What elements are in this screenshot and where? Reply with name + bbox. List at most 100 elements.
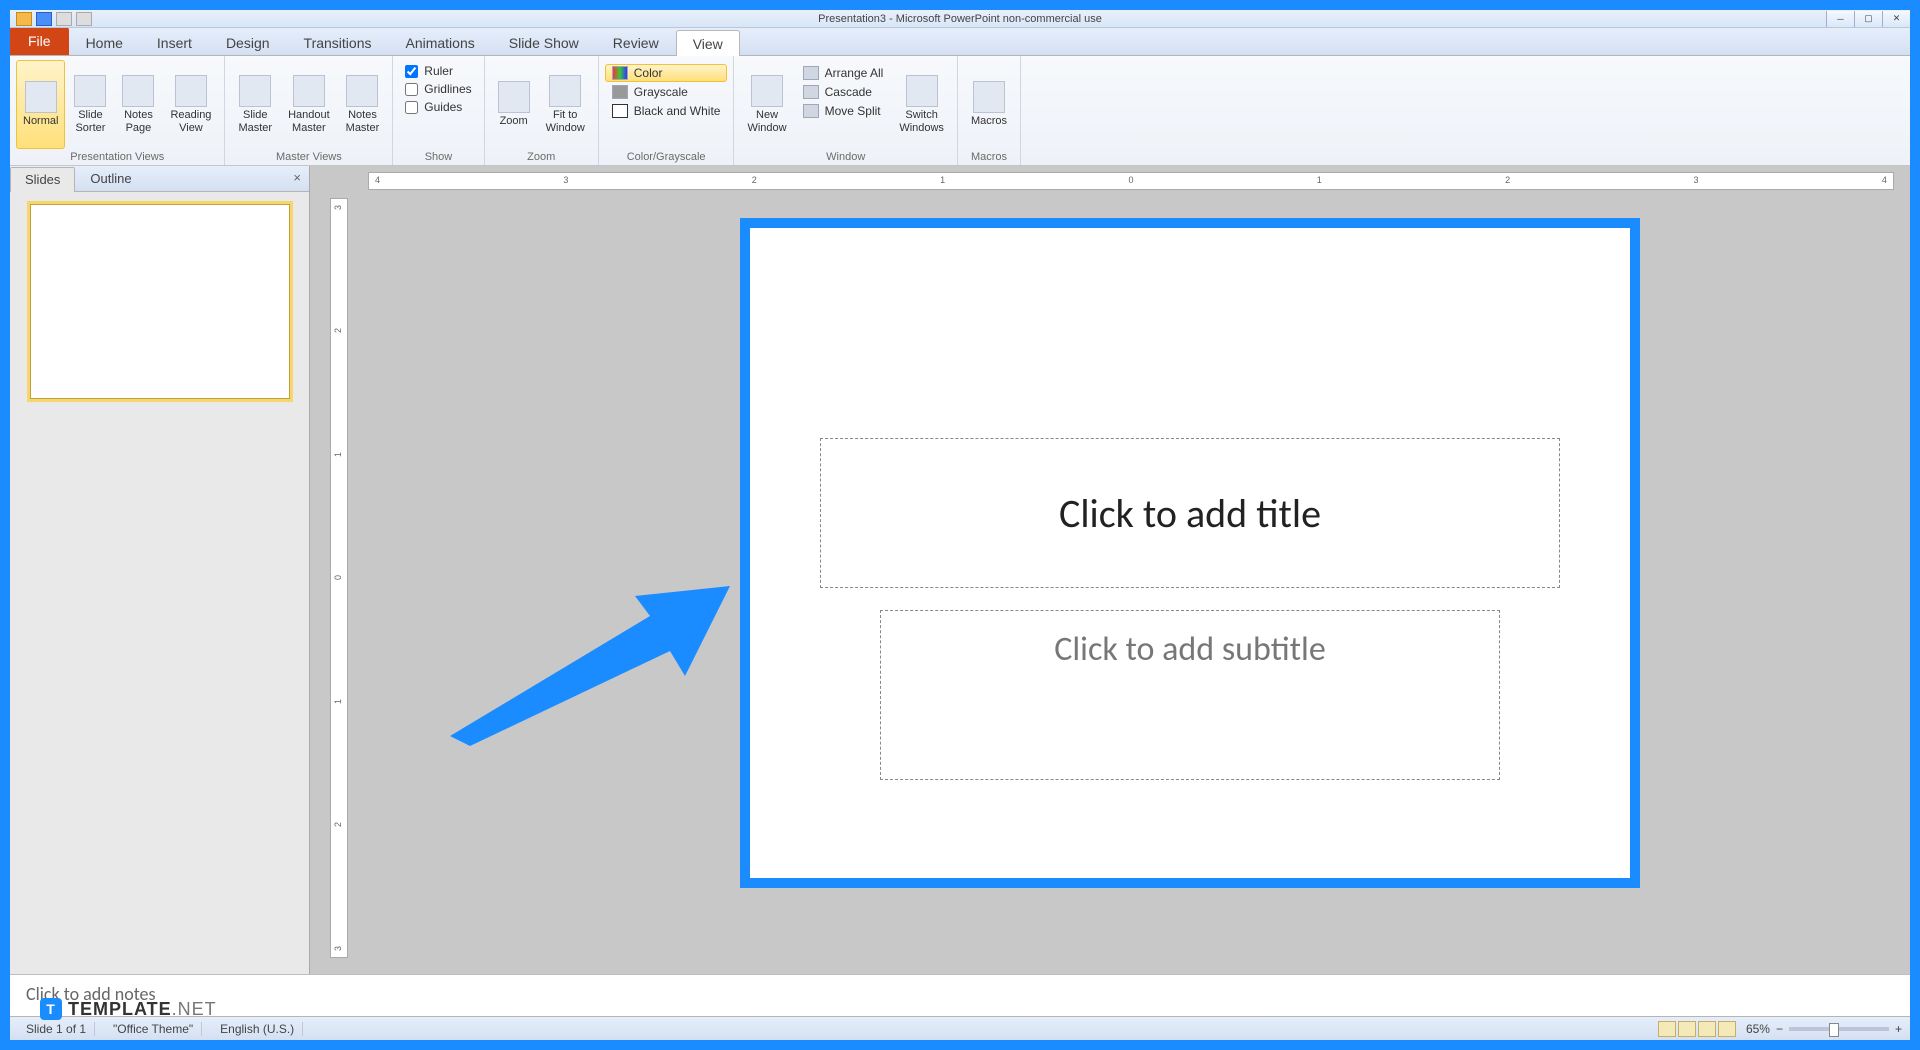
arrange-all-icon <box>803 66 819 80</box>
bw-icon <box>612 104 628 118</box>
macros-icon <box>973 81 1005 113</box>
zoom-slider[interactable] <box>1789 1027 1889 1031</box>
zoom-in-button[interactable]: + <box>1895 1022 1902 1036</box>
slide-sorter-button[interactable]: Slide Sorter <box>67 60 113 149</box>
status-language[interactable]: English (U.S.) <box>212 1022 303 1036</box>
gridlines-check-input[interactable] <box>405 83 418 96</box>
group-label: Window <box>740 149 950 165</box>
arrange-all-button[interactable]: Arrange All <box>796 64 891 82</box>
pane-tabs: Slides Outline × <box>10 166 309 192</box>
macros-button[interactable]: Macros <box>964 60 1014 149</box>
close-button[interactable]: ✕ <box>1882 11 1910 27</box>
handout-master-button[interactable]: Handout Master <box>281 60 337 149</box>
reading-view-button[interactable]: Reading View <box>163 60 218 149</box>
normal-view-button[interactable]: Normal <box>16 60 65 149</box>
tab-design[interactable]: Design <box>209 29 287 55</box>
fit-window-icon <box>549 75 581 107</box>
watermark-icon: T <box>40 998 62 1020</box>
save-icon[interactable] <box>36 12 52 26</box>
zoom-percent[interactable]: 65% <box>1746 1022 1770 1036</box>
vertical-ruler[interactable]: 3 2 1 0 1 2 3 <box>330 198 348 958</box>
ruler-checkbox[interactable]: Ruler <box>405 64 471 78</box>
ribbon: Normal Slide Sorter Notes Page Reading V… <box>10 56 1910 166</box>
redo-icon[interactable] <box>76 12 92 26</box>
move-split-button[interactable]: Move Split <box>796 102 891 120</box>
zoom-icon <box>498 81 530 113</box>
slide-sorter-icon <box>74 75 106 107</box>
notes-page-icon <box>122 75 154 107</box>
group-label: Presentation Views <box>16 149 218 165</box>
status-view-buttons <box>1658 1021 1736 1037</box>
status-reading-view-icon[interactable] <box>1698 1021 1716 1037</box>
notes-page-button[interactable]: Notes Page <box>115 60 161 149</box>
tab-insert[interactable]: Insert <box>140 29 209 55</box>
tab-file[interactable]: File <box>10 27 69 55</box>
zoom-button[interactable]: Zoom <box>491 60 537 149</box>
quick-access-toolbar <box>10 12 92 26</box>
grayscale-button[interactable]: Grayscale <box>605 83 728 101</box>
cascade-button[interactable]: Cascade <box>796 83 891 101</box>
notes-pane[interactable]: Click to add notes <box>10 974 1910 1016</box>
slides-tab[interactable]: Slides <box>10 167 75 192</box>
tab-animations[interactable]: Animations <box>388 29 491 55</box>
guides-checkbox[interactable]: Guides <box>405 100 471 114</box>
slide-master-icon <box>239 75 271 107</box>
minimize-button[interactable]: ─ <box>1826 11 1854 27</box>
window-controls: ─ ▢ ✕ <box>1826 11 1910 27</box>
group-label: Zoom <box>491 149 592 165</box>
tab-slide-show[interactable]: Slide Show <box>492 29 596 55</box>
status-sorter-view-icon[interactable] <box>1678 1021 1696 1037</box>
subtitle-placeholder[interactable]: Click to add subtitle <box>880 610 1500 780</box>
slide-master-button[interactable]: Slide Master <box>231 60 279 149</box>
status-theme: "Office Theme" <box>105 1022 202 1036</box>
fit-to-window-button[interactable]: Fit to Window <box>539 60 592 149</box>
handout-master-icon <box>293 75 325 107</box>
tab-home[interactable]: Home <box>69 29 140 55</box>
notes-master-button[interactable]: Notes Master <box>339 60 387 149</box>
reading-view-icon <box>175 75 207 107</box>
new-window-button[interactable]: New Window <box>740 60 793 149</box>
horizontal-ruler[interactable]: 4 3 2 1 0 1 2 3 4 <box>368 172 1894 190</box>
notes-master-icon <box>346 75 378 107</box>
title-placeholder[interactable]: Click to add title <box>820 438 1560 588</box>
ruler-check-input[interactable] <box>405 65 418 78</box>
slide-canvas[interactable]: Click to add title Click to add subtitle <box>750 228 1630 878</box>
slides-pane: Slides Outline × <box>10 166 310 974</box>
status-bar: Slide 1 of 1 "Office Theme" English (U.S… <box>10 1016 1910 1040</box>
group-color-grayscale: Color Grayscale Black and White Color/Gr… <box>599 56 735 165</box>
workspace: Slides Outline × 4 3 2 1 0 1 2 3 4 <box>10 166 1910 974</box>
status-zoom: 65% − + <box>1746 1022 1902 1036</box>
group-show: Ruler Gridlines Guides Show <box>393 56 484 165</box>
group-label: Show <box>399 149 477 165</box>
slide-thumbnail-1[interactable] <box>30 204 290 399</box>
group-window: New Window Arrange All Cascade Move Spli… <box>734 56 957 165</box>
cascade-icon <box>803 85 819 99</box>
normal-view-icon <box>25 81 57 113</box>
switch-windows-button[interactable]: Switch Windows <box>892 60 951 149</box>
gridlines-checkbox[interactable]: Gridlines <box>405 82 471 96</box>
group-presentation-views: Normal Slide Sorter Notes Page Reading V… <box>10 56 225 165</box>
group-label: Color/Grayscale <box>605 149 728 165</box>
move-split-icon <box>803 104 819 118</box>
color-icon <box>612 66 628 80</box>
guides-check-input[interactable] <box>405 101 418 114</box>
qat-icon[interactable] <box>16 12 32 26</box>
group-zoom: Zoom Fit to Window Zoom <box>485 56 599 165</box>
zoom-out-button[interactable]: − <box>1776 1022 1783 1036</box>
status-slideshow-view-icon[interactable] <box>1718 1021 1736 1037</box>
black-white-button[interactable]: Black and White <box>605 102 728 120</box>
outline-tab[interactable]: Outline <box>75 166 146 191</box>
tab-review[interactable]: Review <box>596 29 676 55</box>
status-normal-view-icon[interactable] <box>1658 1021 1676 1037</box>
color-button[interactable]: Color <box>605 64 728 82</box>
app-window: Presentation3 - Microsoft PowerPoint non… <box>10 10 1910 1040</box>
maximize-button[interactable]: ▢ <box>1854 11 1882 27</box>
tab-transitions[interactable]: Transitions <box>287 29 389 55</box>
grayscale-icon <box>612 85 628 99</box>
thumbnail-list <box>10 192 309 411</box>
close-pane-button[interactable]: × <box>285 166 309 191</box>
new-window-icon <box>751 75 783 107</box>
tab-view[interactable]: View <box>676 30 740 56</box>
undo-icon[interactable] <box>56 12 72 26</box>
group-master-views: Slide Master Handout Master Notes Master… <box>225 56 393 165</box>
